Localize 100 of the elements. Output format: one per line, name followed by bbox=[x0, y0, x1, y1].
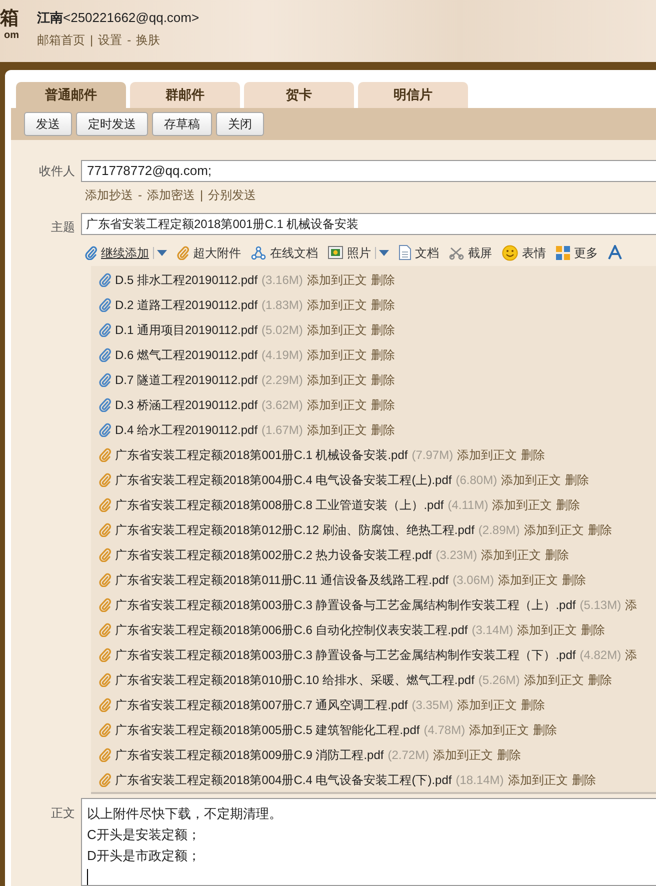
add-to-body-link[interactable]: 添加到正文 bbox=[306, 296, 367, 314]
attach-tool[interactable]: 截屏 bbox=[468, 244, 492, 262]
attachment-name: 广东省安装工程定额2018第004册C.4 电气设备安装工程(上).pdf bbox=[115, 472, 452, 488]
add-to-body-link[interactable]: 添加到正文 bbox=[457, 446, 518, 464]
paperclip-icon bbox=[99, 322, 111, 336]
delete-link[interactable]: 删除 bbox=[572, 770, 596, 788]
add-to-body-link[interactable]: 添加到正文 bbox=[306, 346, 367, 364]
paperclip-icon bbox=[99, 648, 111, 662]
paperclip-icon bbox=[99, 572, 111, 586]
caret-icon[interactable] bbox=[157, 250, 167, 256]
text-caret bbox=[87, 869, 88, 885]
separator: | bbox=[90, 32, 94, 48]
delete-link[interactable]: 删除 bbox=[588, 670, 612, 688]
delete-link[interactable]: 删除 bbox=[370, 346, 395, 364]
delete-link[interactable]: 删除 bbox=[370, 320, 395, 338]
attachment-name: 广东省安装工程定额2018第001册C.1 机械设备安装.pdf bbox=[115, 446, 408, 464]
add-to-body-link[interactable]: 添加到正文 bbox=[481, 546, 542, 564]
recipient-link[interactable]: 分别发送 bbox=[208, 186, 256, 204]
attach-tool[interactable]: 在线文档 bbox=[270, 244, 318, 262]
body-editor[interactable]: 以上附件尽快下载，不定期清理。 C开头是安装定额； D开头是市政定额； bbox=[81, 798, 656, 886]
delete-link[interactable]: 删除 bbox=[370, 420, 395, 438]
action-button[interactable]: 关闭 bbox=[216, 112, 264, 136]
recipient-link[interactable]: 添加密送 bbox=[147, 186, 195, 204]
action-button[interactable]: 定时发送 bbox=[76, 112, 148, 136]
delete-link[interactable]: 删除 bbox=[497, 746, 522, 764]
logo-text: 箱 bbox=[0, 8, 19, 30]
add-to-body-link[interactable]: 添加到正文 bbox=[469, 720, 530, 738]
paperclip-icon bbox=[99, 272, 111, 286]
nav-link[interactable]: 设置 bbox=[98, 30, 122, 48]
caret-icon[interactable] bbox=[379, 250, 389, 256]
attachment-size: (3.16M) bbox=[262, 272, 303, 288]
paperclip-icon bbox=[99, 498, 111, 512]
add-to-body-link[interactable]: 添加到正文 bbox=[524, 520, 584, 538]
subject-field[interactable]: 广东省安装工程定额2018第001册C.1 机械设备安装 bbox=[81, 213, 656, 235]
tab[interactable]: 贺卡 bbox=[244, 82, 354, 108]
add-to-body-link[interactable]: 添加到正文 bbox=[306, 270, 367, 288]
delete-link[interactable]: 删除 bbox=[370, 270, 395, 288]
paperclip-icon bbox=[99, 598, 111, 612]
attach-tool[interactable]: 更多 bbox=[574, 244, 598, 262]
add-to-body-link[interactable]: 添加到正文 bbox=[306, 396, 367, 414]
add-to-body-link[interactable]: 添加到正文 bbox=[508, 770, 568, 788]
attach-tool[interactable]: 文档 bbox=[415, 244, 439, 262]
add-to-body-link[interactable]: 添加到正文 bbox=[433, 746, 494, 764]
delete-link[interactable]: 删除 bbox=[565, 470, 590, 488]
delete-link[interactable]: 删除 bbox=[370, 396, 395, 414]
field-label: 主题 bbox=[50, 219, 76, 236]
add-to-body-link[interactable]: 添加到正文 bbox=[492, 496, 552, 514]
body-text: D开头是市政定额； bbox=[87, 847, 202, 865]
action-button[interactable]: 存草稿 bbox=[152, 112, 212, 136]
nav-link[interactable]: 邮箱首页 bbox=[37, 30, 85, 48]
paperclip-icon bbox=[99, 672, 111, 686]
tab[interactable]: 群邮件 bbox=[130, 82, 240, 108]
add-to-body-link[interactable]: 添加到正文 bbox=[501, 470, 562, 488]
add-to-body-link[interactable]: 添加到正文 bbox=[524, 670, 584, 688]
attachment-name: 广东省安装工程定额2018第006册C.6 自动化控制仪表安装工程.pdf bbox=[115, 622, 468, 638]
delete-link[interactable]: 删除 bbox=[521, 446, 546, 464]
attachment-size: (5.26M) bbox=[478, 672, 520, 688]
delete-link[interactable]: 删除 bbox=[556, 496, 580, 514]
attach-tool[interactable]: 超大附件 bbox=[193, 244, 241, 262]
add-to-body-link[interactable]: 添加到正文 bbox=[457, 696, 518, 714]
add-to-body-link[interactable]: 添加到正文 bbox=[517, 620, 578, 638]
action-button[interactable]: 发送 bbox=[24, 112, 72, 136]
add-to-body-link[interactable]: 添 bbox=[625, 646, 638, 664]
add-to-body-link[interactable]: 添加到正文 bbox=[306, 370, 367, 388]
attach-tool[interactable]: 表情 bbox=[522, 244, 546, 262]
network-icon bbox=[251, 246, 266, 260]
delete-link[interactable]: 删除 bbox=[545, 546, 570, 564]
attachment-name: 广东省安装工程定额2018第012册C.12 刷油、防腐蚀、绝热工程.pdf bbox=[115, 522, 474, 538]
tab[interactable]: 明信片 bbox=[358, 82, 468, 108]
document-icon bbox=[399, 245, 411, 260]
attachment-name: 广东省安装工程定额2018第010册C.10 给排水、采暖、燃气工程.pdf bbox=[115, 672, 474, 688]
paperclip-icon bbox=[99, 422, 111, 436]
user-email: <250221662@qq.com> bbox=[63, 9, 200, 27]
add-to-body-link[interactable]: 添加到正文 bbox=[306, 420, 367, 438]
paperclip-icon bbox=[99, 372, 111, 386]
attachment-name: D.1 通用项目20190112.pdf bbox=[115, 322, 258, 338]
attach-tool[interactable]: 继续添加 bbox=[101, 244, 149, 262]
tab[interactable]: 普通邮件 bbox=[16, 82, 126, 108]
recipient-field[interactable]: 771778772@qq.com; bbox=[81, 160, 656, 182]
add-to-body-link[interactable]: 添加到正文 bbox=[498, 570, 558, 588]
paperclip-icon bbox=[99, 622, 111, 636]
separator: | bbox=[200, 187, 204, 204]
logo-text: om bbox=[4, 30, 19, 42]
delete-link[interactable]: 删除 bbox=[533, 720, 558, 738]
nav-link[interactable]: 换肤 bbox=[136, 30, 160, 48]
add-to-body-link[interactable]: 添加到正文 bbox=[306, 320, 367, 338]
recipient-link[interactable]: 添加抄送 bbox=[85, 186, 133, 204]
attachment-size: (7.97M) bbox=[412, 446, 454, 464]
paperclip-icon bbox=[99, 772, 111, 786]
font-icon[interactable] bbox=[608, 245, 622, 260]
delete-link[interactable]: 删除 bbox=[562, 570, 586, 588]
delete-link[interactable]: 删除 bbox=[588, 520, 612, 538]
delete-link[interactable]: 删除 bbox=[370, 370, 395, 388]
delete-link[interactable]: 删除 bbox=[521, 696, 546, 714]
add-to-body-link[interactable]: 添 bbox=[625, 596, 638, 614]
delete-link[interactable]: 删除 bbox=[370, 296, 395, 314]
attachment-size: (2.72M) bbox=[388, 746, 430, 764]
delete-link[interactable]: 删除 bbox=[581, 620, 606, 638]
attachment-name: 广东省安装工程定额2018第011册C.11 通信设备及线路工程.pdf bbox=[115, 572, 449, 588]
attach-tool[interactable]: 照片 bbox=[347, 244, 371, 262]
